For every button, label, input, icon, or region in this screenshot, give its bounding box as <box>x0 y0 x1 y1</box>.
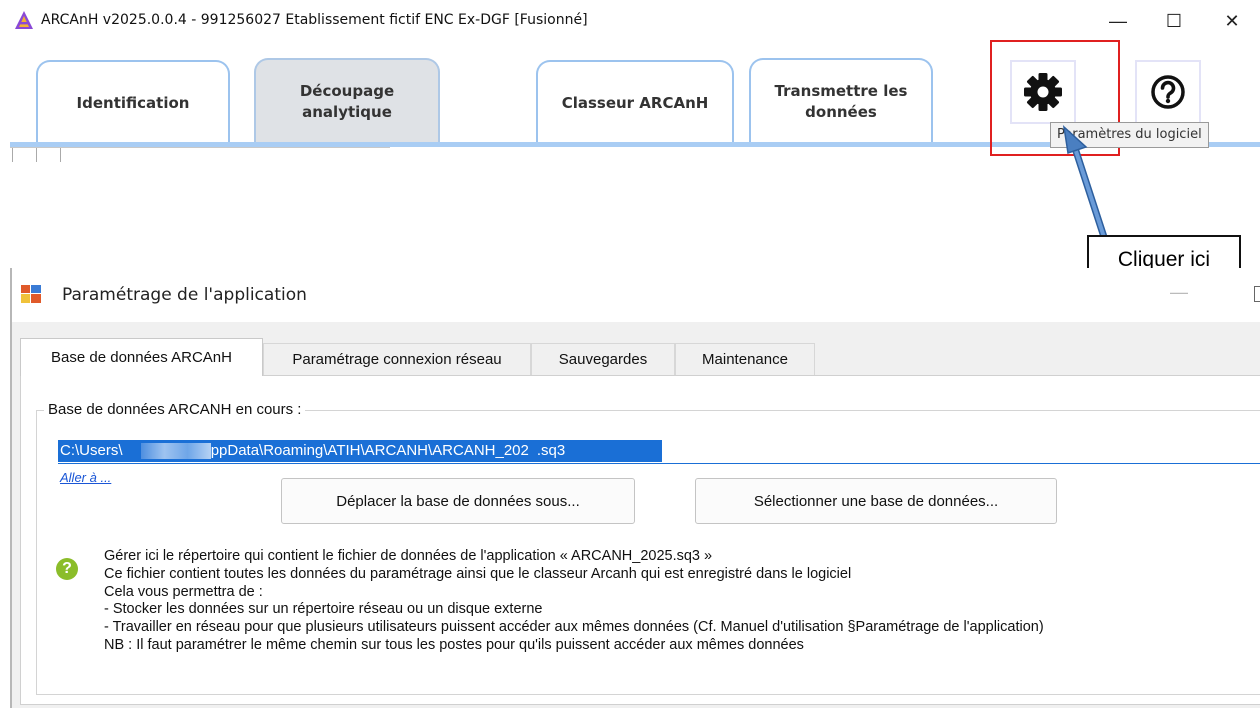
tab-identification[interactable]: Identification <box>36 60 230 144</box>
group-title: Base de données ARCANH en cours : <box>44 401 306 418</box>
tab-sauvegardes[interactable]: Sauvegardes <box>531 343 675 375</box>
dialog-maximize-button[interactable] <box>1254 286 1260 302</box>
grid-divider <box>60 148 61 162</box>
path-end: .sq3 <box>536 442 566 459</box>
dialog-title: Paramétrage de l'application <box>62 285 307 305</box>
settings-app-icon <box>21 285 41 303</box>
tab-label: Transmettre les données <box>774 82 908 121</box>
tab-label: Identification <box>76 93 190 112</box>
maximize-button[interactable]: ☐ <box>1154 6 1194 36</box>
close-button[interactable]: ✕ <box>1212 6 1252 36</box>
tab-label: Découpage analytique <box>299 82 395 121</box>
question-circle-icon <box>1151 75 1185 109</box>
path-suffix: \AppData\Roaming\ATIH\ARCANH\ARCANH_202 <box>196 442 529 459</box>
help-info-icon: ? <box>56 558 78 580</box>
select-database-button[interactable]: Sélectionner une base de données... <box>695 478 1057 524</box>
help-line: Ce fichier contient toutes les données d… <box>104 565 852 582</box>
help-line: NB : Il faut paramétrer le même chemin s… <box>104 636 804 653</box>
tab-label: Classeur ARCAnH <box>561 93 709 112</box>
goto-link[interactable]: Aller à ... <box>60 470 111 485</box>
redacted-username <box>141 443 211 459</box>
grid-divider <box>12 148 13 162</box>
path-prefix: C:\Users\ <box>60 442 123 459</box>
move-database-button[interactable]: Déplacer la base de données sous... <box>281 478 635 524</box>
app-logo-icon <box>15 11 33 29</box>
grid-divider <box>36 148 37 162</box>
dialog-minimize-button[interactable]: — <box>1170 282 1188 303</box>
grid-fragment <box>10 147 390 162</box>
tab-parametrage-connexion-reseau[interactable]: Paramétrage connexion réseau <box>263 343 531 375</box>
tab-decoupage-analytique[interactable]: Découpage analytique <box>254 58 440 144</box>
help-button[interactable] <box>1135 60 1201 124</box>
app-title: ARCAnH v2025.0.0.4 - 991256027 Etablisse… <box>41 12 588 28</box>
help-line: - Travailler en réseau pour que plusieur… <box>104 619 1044 636</box>
help-text: Gérer ici le répertoire qui contient le … <box>104 548 1044 655</box>
help-line: Cela vous permettra de : <box>104 583 263 600</box>
tab-maintenance[interactable]: Maintenance <box>675 343 815 375</box>
path-underline <box>58 463 1260 464</box>
tab-classeur-arcanh[interactable]: Classeur ARCAnH <box>536 60 734 144</box>
help-line: Gérer ici le répertoire qui contient le … <box>104 548 713 564</box>
minimize-button[interactable]: — <box>1098 6 1138 36</box>
tab-base-de-donnees[interactable]: Base de données ARCAnH <box>20 338 263 376</box>
pointer-arrow <box>1062 125 1108 241</box>
help-line: - Stocker les données sur un répertoire … <box>104 601 543 618</box>
tab-transmettre-donnees[interactable]: Transmettre les données <box>749 58 933 144</box>
